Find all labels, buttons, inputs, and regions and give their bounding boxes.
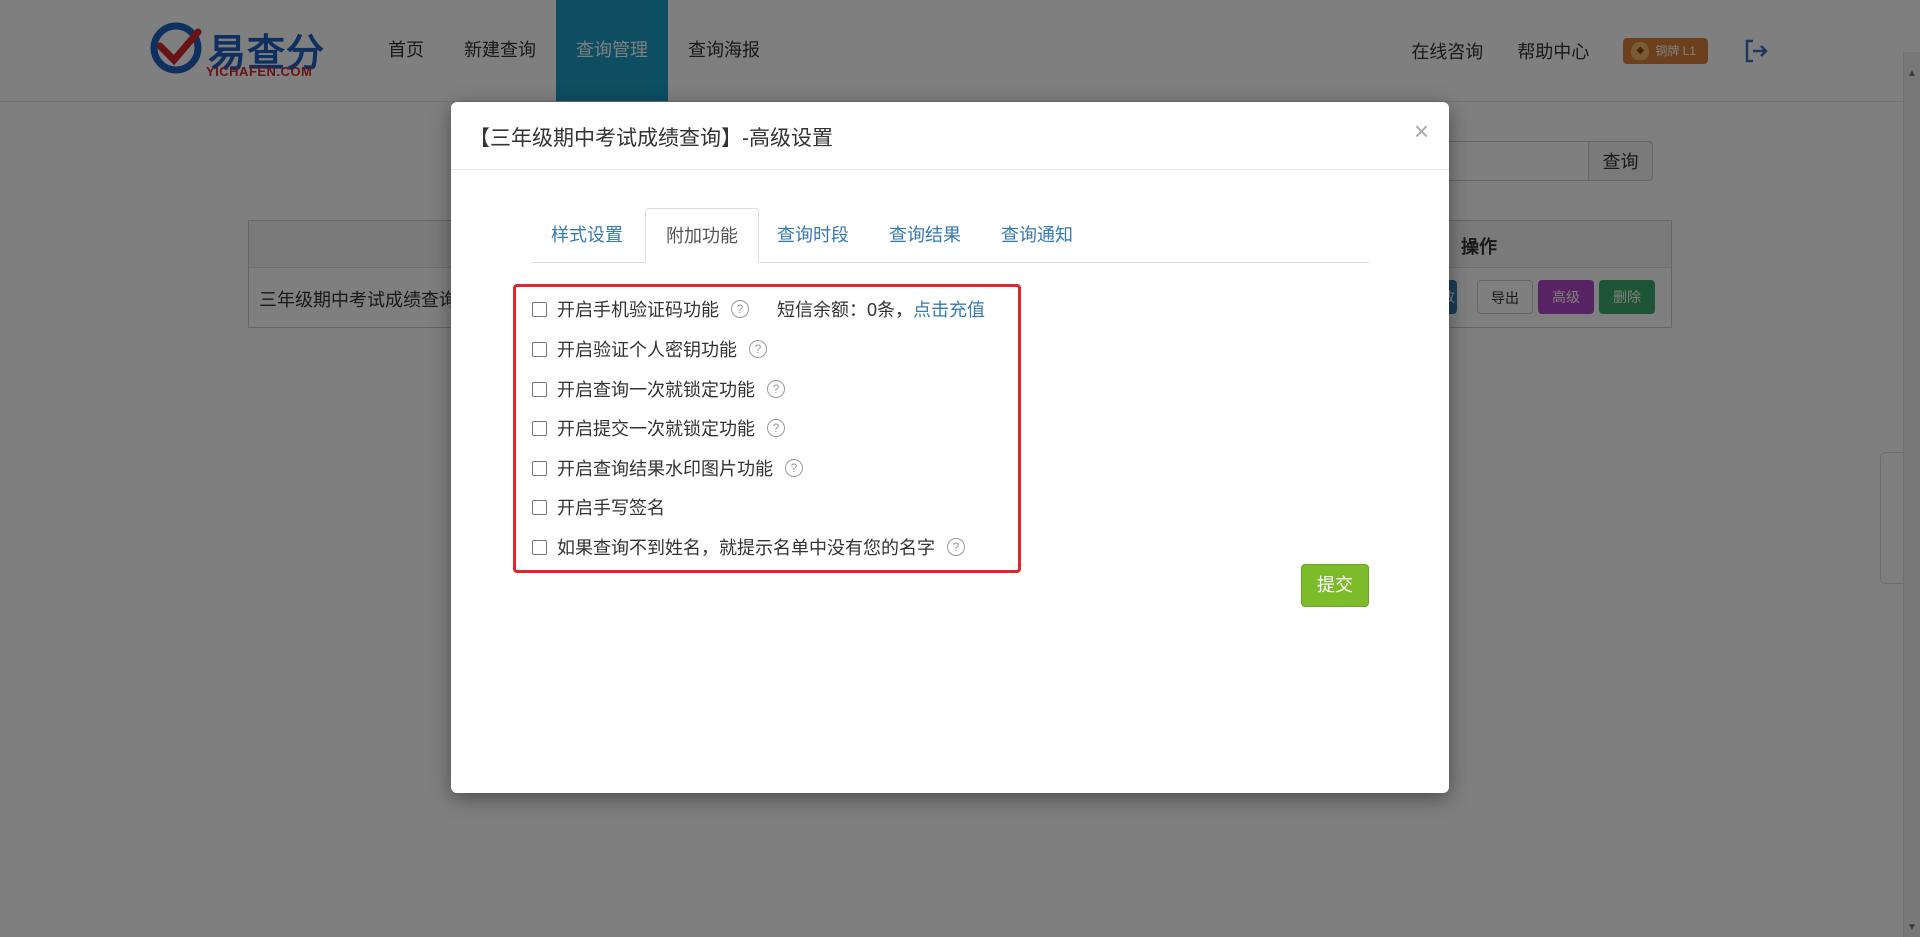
submit-button[interactable]: 提交	[1301, 564, 1369, 607]
option-label: 开启查询一次就锁定功能	[557, 380, 755, 400]
help-icon[interactable]: ?	[767, 380, 785, 398]
tab-style-settings[interactable]: 样式设置	[531, 208, 643, 262]
option-lock-after-submit[interactable]: 开启提交一次就锁定功能 ?	[532, 416, 785, 440]
option-personal-key[interactable]: 开启验证个人密钥功能 ?	[532, 337, 767, 361]
option-watermark-image[interactable]: 开启查询结果水印图片功能 ?	[532, 456, 803, 480]
sms-balance-label: 短信余额：0条，	[777, 300, 914, 320]
option-label: 开启验证个人密钥功能	[557, 340, 737, 360]
checkbox[interactable]	[532, 460, 547, 476]
checkbox[interactable]	[532, 499, 547, 515]
recharge-link[interactable]: 点击充值	[913, 296, 985, 322]
tab-query-results[interactable]: 查询结果	[869, 208, 981, 262]
option-handwritten-signature[interactable]: 开启手写签名	[532, 495, 665, 519]
tab-query-period[interactable]: 查询时段	[757, 208, 869, 262]
close-icon[interactable]: ×	[1414, 116, 1429, 147]
help-icon[interactable]: ?	[731, 300, 749, 318]
tab-query-notification[interactable]: 查询通知	[981, 208, 1093, 262]
option-label: 开启手机验证码功能	[557, 300, 719, 320]
option-label: 开启提交一次就锁定功能	[557, 419, 755, 439]
option-name-not-found-hint[interactable]: 如果查询不到姓名，就提示名单中没有您的名字 ?	[532, 535, 965, 559]
settings-tabs: 样式设置 附加功能 查询时段 查询结果 查询通知	[531, 208, 1369, 263]
help-icon[interactable]: ?	[785, 459, 803, 477]
option-sms-verification[interactable]: 开启手机验证码功能 ? 短信余额：0条， 点击充值	[532, 297, 985, 321]
advanced-settings-modal: 【三年级期中考试成绩查询】-高级设置 × 样式设置 附加功能 查询时段 查询结果…	[451, 102, 1449, 793]
feature-options-highlight: 开启手机验证码功能 ? 短信余额：0条， 点击充值 开启验证个人密钥功能 ? 开…	[513, 284, 1021, 573]
modal-header: 【三年级期中考试成绩查询】-高级设置 ×	[451, 102, 1449, 170]
checkbox[interactable]	[532, 381, 547, 397]
tab-additional-features[interactable]: 附加功能	[645, 208, 759, 263]
option-label: 如果查询不到姓名，就提示名单中没有您的名字	[557, 538, 935, 558]
help-icon[interactable]: ?	[749, 340, 767, 358]
checkbox[interactable]	[532, 301, 547, 317]
checkbox[interactable]	[532, 341, 547, 357]
modal-title: 【三年级期中考试成绩查询】-高级设置	[469, 127, 833, 150]
option-label: 开启查询结果水印图片功能	[557, 459, 773, 479]
option-lock-after-query[interactable]: 开启查询一次就锁定功能 ?	[532, 377, 785, 401]
checkbox[interactable]	[532, 420, 547, 436]
help-icon[interactable]: ?	[947, 538, 965, 556]
help-icon[interactable]: ?	[767, 419, 785, 437]
checkbox[interactable]	[532, 539, 547, 555]
option-label: 开启手写签名	[557, 498, 665, 518]
